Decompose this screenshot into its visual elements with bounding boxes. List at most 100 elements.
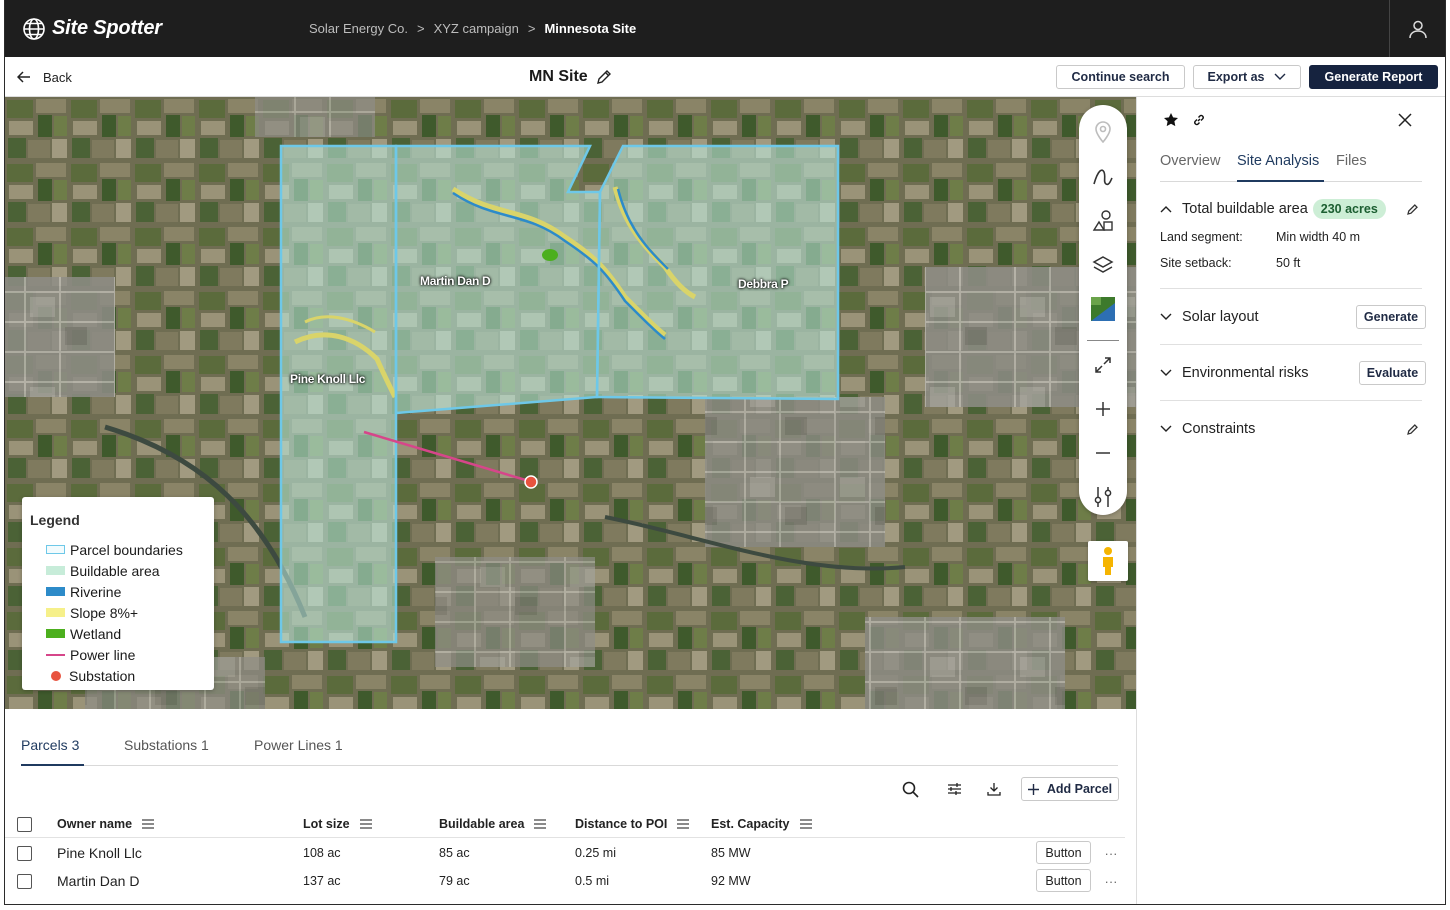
row-action-button[interactable]: Button: [1036, 869, 1091, 892]
zoom-in-icon: [1096, 402, 1110, 416]
map-settings-button[interactable]: [1079, 479, 1127, 515]
filter-sliders-icon: [947, 783, 961, 795]
table-row[interactable]: Martin Dan D 137 ac 79 ac 0.5 mi 92 MW B…: [5, 867, 1125, 895]
tab-overview[interactable]: Overview: [1160, 143, 1220, 182]
legend-label: Slope 8%+: [70, 604, 139, 621]
back-label: Back: [43, 69, 72, 85]
column-distance-to-poi[interactable]: Distance to POI: [575, 810, 690, 838]
zoom-out-button[interactable]: [1079, 435, 1127, 471]
tab-parcels[interactable]: Parcels 3: [21, 727, 84, 766]
chevron-up-icon: [1160, 205, 1172, 213]
favorite-button[interactable]: [1163, 112, 1179, 133]
legend-label: Buildable area: [70, 562, 160, 579]
tab-substations[interactable]: Substations 1: [124, 727, 209, 766]
select-all-checkbox[interactable]: [17, 817, 32, 832]
edit-constraints-button[interactable]: [1407, 422, 1419, 440]
legend-label: Substation: [69, 667, 136, 684]
satellite-thumbnail: [1091, 297, 1115, 321]
chevron-down-icon: [1160, 369, 1172, 377]
site-setback-label: Site setback:: [1160, 256, 1232, 270]
shapes-icon: [1092, 210, 1113, 231]
download-icon: [987, 783, 1001, 796]
back-button[interactable]: Back: [17, 57, 72, 97]
table-search-button[interactable]: [900, 778, 920, 800]
parcel-label-debbra[interactable]: Debbra P: [738, 277, 789, 291]
tab-power-lines[interactable]: Power Lines 1: [254, 727, 343, 766]
site-title-text: MN Site: [529, 68, 588, 85]
column-menu-icon[interactable]: [359, 819, 372, 829]
basemap-toggle[interactable]: [1079, 291, 1127, 327]
constraints-section-header[interactable]: Constraints: [1160, 417, 1255, 441]
copy-link-button[interactable]: [1192, 113, 1206, 132]
edit-buildable-button[interactable]: [1407, 202, 1419, 220]
layers-tool[interactable]: [1079, 247, 1127, 283]
app-name: Site Spotter: [52, 17, 162, 39]
cell-buildable: 79 ac: [439, 874, 470, 888]
evaluate-risks-button[interactable]: Evaluate: [1359, 361, 1426, 385]
table-row[interactable]: Pine Knoll Llc 108 ac 85 ac 0.25 mi 85 M…: [5, 839, 1125, 867]
row-more-button[interactable]: ···: [1103, 839, 1119, 867]
column-buildable-area[interactable]: Buildable area: [439, 810, 547, 838]
zoom-in-button[interactable]: [1079, 391, 1127, 427]
map-legend: Legend Parcel boundaries Buildable area …: [22, 497, 214, 690]
row-checkbox[interactable]: [17, 846, 32, 861]
breadcrumb-item-company[interactable]: Solar Energy Co.: [309, 21, 408, 36]
column-menu-icon[interactable]: [677, 819, 690, 829]
column-label: Lot size: [303, 817, 350, 831]
slope-swatch: [46, 608, 65, 617]
site-setback-value: 50 ft: [1276, 256, 1301, 270]
cell-distance: 0.25 mi: [575, 846, 616, 860]
breadcrumb-separator: >: [417, 21, 425, 36]
add-parcel-button[interactable]: Add Parcel: [1021, 777, 1119, 801]
continue-search-button[interactable]: Continue search: [1056, 65, 1185, 89]
solar-layout-section-header[interactable]: Solar layout: [1160, 305, 1259, 329]
column-menu-icon[interactable]: [799, 819, 812, 829]
column-lot-size[interactable]: Lot size: [303, 810, 372, 838]
row-more-button[interactable]: ···: [1103, 867, 1119, 895]
pin-icon: [1095, 121, 1111, 143]
edit-title-button[interactable]: [596, 69, 612, 85]
tab-files[interactable]: Files: [1336, 143, 1367, 182]
row-action-button[interactable]: Button: [1036, 841, 1091, 864]
export-label: Export as: [1207, 70, 1265, 84]
export-as-dropdown[interactable]: Export as: [1193, 65, 1301, 89]
table-filter-button[interactable]: [944, 778, 964, 800]
legend-item-parcel-boundaries: Parcel boundaries: [30, 539, 206, 560]
land-segment-row: Land segment: Min width 40 m: [1160, 228, 1360, 246]
parcel-label-pine-knoll[interactable]: Pine Knoll Llc: [290, 372, 365, 386]
shapes-tool[interactable]: [1079, 203, 1127, 239]
buildable-area-section-header[interactable]: Total buildable area 230 acres: [1160, 197, 1386, 221]
legend-label: Power line: [70, 646, 136, 663]
draw-line-tool[interactable]: [1079, 159, 1127, 195]
column-menu-icon[interactable]: [534, 819, 547, 829]
generate-layout-button[interactable]: Generate: [1356, 305, 1426, 329]
panel-tabs: Overview Site Analysis Files: [1160, 143, 1422, 182]
plus-icon: [1027, 783, 1039, 795]
legend-item-wetland: Wetland: [30, 623, 206, 644]
close-panel-button[interactable]: [1397, 112, 1413, 133]
table-download-button[interactable]: [984, 778, 1004, 800]
chevron-down-icon: [1160, 425, 1172, 433]
user-menu-button[interactable]: [1389, 0, 1445, 57]
column-est-capacity[interactable]: Est. Capacity: [711, 810, 812, 838]
column-owner-name[interactable]: Owner name: [57, 810, 155, 838]
star-icon: [1164, 113, 1178, 127]
arrow-left-icon: [17, 71, 30, 83]
parcel-label-martin[interactable]: Martin Dan D: [420, 274, 491, 288]
breadcrumb-item-campaign[interactable]: XYZ campaign: [434, 21, 519, 36]
section-title: Environmental risks: [1182, 365, 1309, 381]
column-menu-icon[interactable]: [142, 819, 155, 829]
fullscreen-button[interactable]: [1079, 347, 1127, 383]
map-view[interactable]: Martin Dan D Debbra P Pine Knoll Llc Leg…: [5, 97, 1136, 709]
cell-owner: Pine Knoll Llc: [57, 845, 142, 861]
tab-site-analysis[interactable]: Site Analysis: [1237, 143, 1324, 182]
breadcrumb-item-site: Minnesota Site: [544, 21, 637, 36]
environmental-risks-section-header[interactable]: Environmental risks: [1160, 361, 1309, 385]
brand-logo[interactable]: Site Spotter: [22, 17, 162, 41]
land-segment-label: Land segment:: [1160, 230, 1243, 244]
row-checkbox[interactable]: [17, 874, 32, 889]
pin-tool[interactable]: [1079, 113, 1127, 149]
generate-report-button[interactable]: Generate Report: [1309, 65, 1438, 89]
globe-icon: [23, 17, 45, 40]
street-view-button[interactable]: [1088, 541, 1128, 581]
